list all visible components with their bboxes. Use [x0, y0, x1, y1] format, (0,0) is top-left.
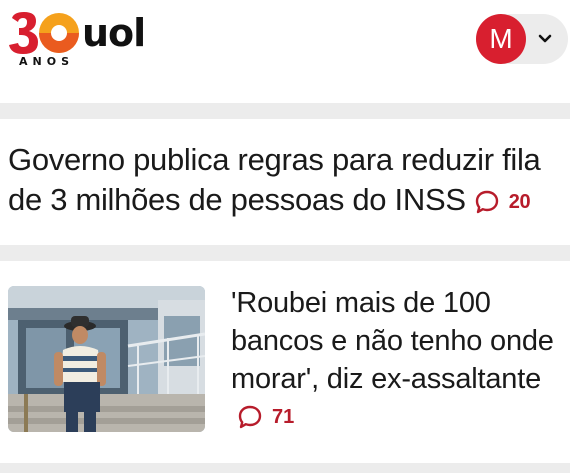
logo-wordmark: uol: [82, 11, 146, 55]
chevron-down-icon[interactable]: [538, 33, 552, 45]
section-divider: [0, 245, 570, 261]
comment-link[interactable]: 71: [237, 404, 294, 430]
section-divider: [0, 103, 570, 119]
top-bar: uol ANOS M: [0, 0, 570, 103]
comment-count[interactable]: 20: [509, 182, 531, 222]
account-menu-button[interactable]: M: [476, 14, 568, 64]
comment-count[interactable]: 71: [272, 406, 294, 429]
photo-man-in-hat: [8, 286, 205, 432]
article-headline[interactable]: 'Roubei mais de 100 bancos e não tenho o…: [231, 284, 567, 398]
article-thumbnail[interactable]: [8, 286, 205, 432]
section-divider: [0, 463, 570, 473]
uol-30-anos-logo[interactable]: uol ANOS: [8, 10, 148, 70]
article-headline[interactable]: Governo publica regras para reduzir fila…: [8, 142, 541, 217]
logo-tagline: ANOS: [19, 55, 74, 68]
avatar[interactable]: M: [476, 14, 526, 64]
comment-bubble-icon: [475, 190, 498, 214]
article-card-inss[interactable]: Governo publica regras para reduzir fila…: [8, 140, 564, 222]
logo-30-mark: [9, 12, 79, 54]
comment-link[interactable]: 20: [474, 182, 531, 222]
comment-bubble-icon: [238, 405, 262, 429]
